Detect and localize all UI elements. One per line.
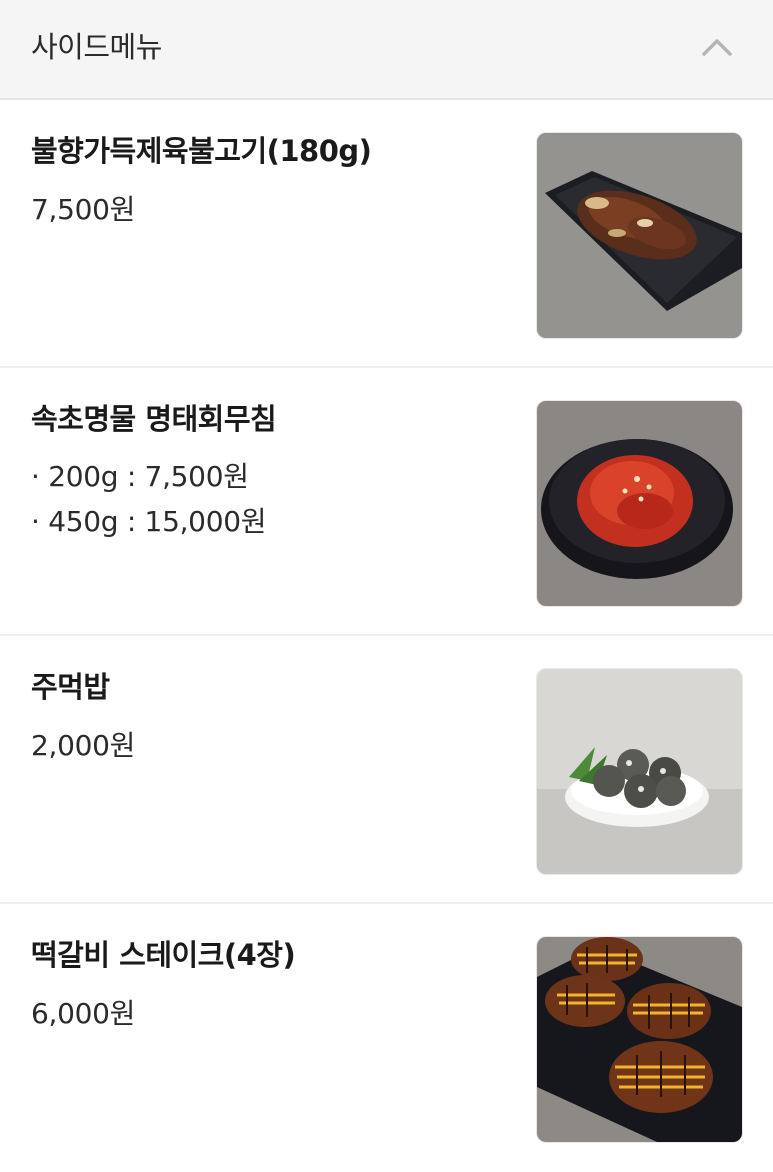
menu-item[interactable]: 떡갈비 스테이크(4장) 6,000원 bbox=[0, 904, 773, 1172]
rice-ball-photo[interactable] bbox=[536, 668, 743, 875]
section-header[interactable]: 사이드메뉴 bbox=[0, 0, 773, 100]
menu-item-price: 2,000원 bbox=[31, 729, 136, 762]
menu-item-name: 주먹밥 bbox=[31, 670, 110, 704]
tteokgalbi-steak-photo[interactable] bbox=[536, 936, 743, 1143]
price-option: · 450g : 15,000원 bbox=[31, 505, 267, 538]
menu-item[interactable]: 주먹밥 2,000원 bbox=[0, 636, 773, 904]
menu-item-price: 6,000원 bbox=[31, 997, 136, 1030]
price-options: · 200g : 7,500원 · 450g : 15,000원 bbox=[31, 454, 266, 544]
menu-item-name: 떡갈비 스테이크(4장) bbox=[31, 938, 296, 972]
collapse-button[interactable] bbox=[697, 30, 737, 66]
menu-item[interactable]: 속초명물 명태회무침 · 200g : 7,500원 · 450g : 15,0… bbox=[0, 368, 773, 636]
menu-item[interactable]: 불향가득제육불고기(180g) 7,500원 bbox=[0, 100, 773, 368]
pork-bulgogi-photo[interactable] bbox=[536, 132, 743, 339]
section-title: 사이드메뉴 bbox=[31, 30, 162, 64]
menu-item-name: 속초명물 명태회무침 bbox=[31, 402, 277, 436]
menu-list: 불향가득제육불고기(180g) 7,500원 속초명물 명태회무침 · 200g… bbox=[0, 100, 773, 1172]
chevron-up-icon bbox=[702, 39, 732, 56]
menu-item-price: 7,500원 bbox=[31, 193, 136, 226]
pollack-salad-photo[interactable] bbox=[536, 400, 743, 607]
price-option: · 200g : 7,500원 bbox=[31, 460, 249, 493]
menu-item-name: 불향가득제육불고기(180g) bbox=[31, 134, 372, 168]
